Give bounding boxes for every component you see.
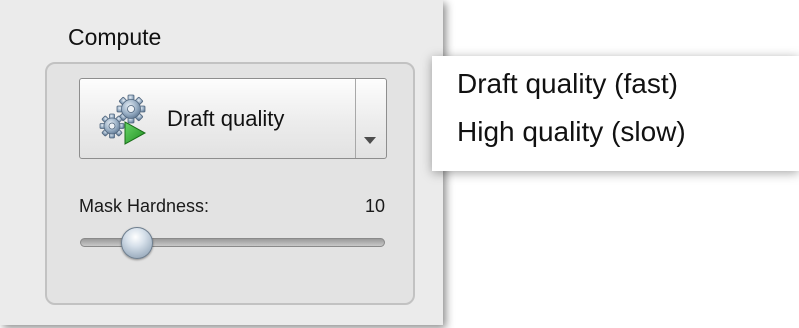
quality-popup-button[interactable]: Draft quality bbox=[79, 78, 387, 159]
quality-popup-label: Draft quality bbox=[167, 106, 285, 131]
compute-section-title: Compute bbox=[68, 24, 162, 50]
quality-popup-main[interactable]: Draft quality bbox=[80, 79, 356, 158]
mask-hardness-slider-knob[interactable] bbox=[120, 227, 153, 259]
menu-item-draft-quality[interactable]: Draft quality (fast) bbox=[457, 68, 678, 100]
mask-hardness-label: Mask Hardness: bbox=[79, 196, 210, 216]
compute-panel: Compute Draft quality Mask Hardness: 10 bbox=[0, 0, 443, 325]
menu-item-high-quality[interactable]: High quality (slow) bbox=[457, 116, 686, 148]
mask-hardness-value: 10 bbox=[364, 196, 385, 216]
gears-play-icon bbox=[99, 94, 147, 145]
quality-popup-arrow[interactable] bbox=[355, 79, 386, 158]
chevron-down-icon bbox=[364, 137, 376, 144]
quality-dropdown-menu: Draft quality (fast) High quality (slow) bbox=[432, 56, 799, 171]
